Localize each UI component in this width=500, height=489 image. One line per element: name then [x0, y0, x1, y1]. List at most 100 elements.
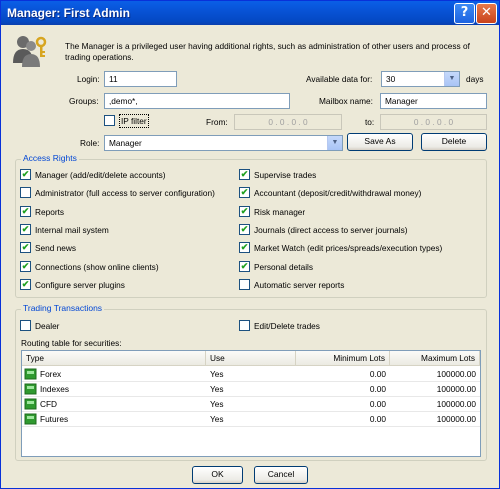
- cell-use: Yes: [210, 369, 224, 379]
- col-max-lots[interactable]: Maximum Lots: [390, 351, 480, 365]
- access-right-label: Risk manager: [254, 206, 306, 217]
- cell-min-lots: 0.00: [369, 414, 386, 424]
- access-right-label: Automatic server reports: [254, 279, 345, 290]
- table-header: Type Use Minimum Lots Maximum Lots: [22, 351, 480, 366]
- login-label: Login:: [77, 74, 100, 84]
- access-right-checkbox[interactable]: ✔ Risk manager: [239, 205, 469, 219]
- routing-table[interactable]: Type Use Minimum Lots Maximum Lots Forex…: [21, 350, 481, 457]
- mailbox-field[interactable]: Manager: [380, 93, 487, 109]
- checkmark-icon[interactable]: ✔: [239, 260, 250, 272]
- cell-use: Yes: [210, 414, 224, 424]
- cell-type: Futures: [40, 414, 69, 424]
- access-right-checkbox[interactable]: ✔ Supervise trades: [239, 168, 469, 182]
- table-row[interactable]: CFD Yes 0.00 100000.00: [22, 397, 480, 412]
- table-row[interactable]: Futures Yes 0.00 100000.00: [22, 412, 480, 427]
- access-right-checkbox[interactable]: ✔ Journals (direct access to server journ…: [239, 223, 469, 237]
- access-right-checkbox[interactable]: ✔ Configure server plugins: [20, 278, 250, 292]
- access-right-checkbox[interactable]: ✔ Personal details: [239, 260, 469, 274]
- groups-label: Groups:: [69, 96, 99, 106]
- access-right-label: Supervise trades: [254, 170, 317, 180]
- from-ip-field[interactable]: 0 . 0 . 0 . 0: [234, 114, 342, 130]
- checkmark-icon[interactable]: ✔: [20, 205, 31, 217]
- checkbox-box[interactable]: [20, 187, 31, 199]
- checkmark-icon[interactable]: ✔: [20, 260, 31, 272]
- cancel-button[interactable]: Cancel: [254, 466, 308, 484]
- access-right-checkbox[interactable]: ✔ Internal mail system: [20, 223, 250, 237]
- help-button[interactable]: ?: [454, 3, 475, 24]
- access-right-checkbox[interactable]: ✔ Accountant (deposit/credit/withdrawal m…: [239, 186, 469, 200]
- cell-max-lots: 100000.00: [436, 384, 476, 394]
- checkmark-icon[interactable]: ✔: [20, 223, 31, 235]
- cell-min-lots: 0.00: [369, 399, 386, 409]
- chevron-down-icon[interactable]: ▼: [444, 72, 459, 86]
- role-value: Manager: [109, 138, 142, 148]
- edit-delete-checkbox[interactable]: Edit/Delete trades: [239, 319, 389, 333]
- title-bar[interactable]: Manager: First Admin ? ✕: [1, 1, 499, 25]
- edit-delete-box[interactable]: [239, 320, 250, 331]
- access-right-label: Administrator (full access to server con…: [35, 188, 215, 199]
- dealer-checkbox[interactable]: Dealer: [20, 319, 140, 333]
- role-label: Role:: [80, 138, 100, 148]
- login-field[interactable]: 11: [104, 71, 177, 87]
- available-data-combo[interactable]: 30 ▼: [381, 71, 460, 87]
- checkmark-icon[interactable]: ✔: [20, 169, 31, 180]
- save-as-button[interactable]: Save As: [347, 133, 413, 151]
- cell-max-lots: 100000.00: [436, 369, 476, 379]
- access-right-checkbox[interactable]: Administrator (full access to server con…: [20, 186, 250, 200]
- chevron-down-icon[interactable]: ▼: [327, 136, 342, 150]
- access-right-label: Internal mail system: [35, 224, 109, 235]
- mailbox-label: Mailbox name:: [319, 96, 373, 106]
- ip-filter-checkbox[interactable]: IP filter: [104, 114, 184, 128]
- checkbox-box[interactable]: [239, 278, 250, 290]
- days-label: days: [466, 74, 484, 84]
- col-type[interactable]: Type: [22, 351, 206, 365]
- checkmark-icon[interactable]: ✔: [20, 242, 31, 254]
- cell-type: Indexes: [40, 384, 70, 394]
- access-right-label: Accountant (deposit/credit/withdrawal mo…: [254, 188, 422, 199]
- edit-delete-label: Edit/Delete trades: [254, 321, 320, 331]
- access-right-checkbox[interactable]: ✔ Connections (show online clients): [20, 260, 250, 274]
- checkmark-icon[interactable]: ✔: [20, 278, 31, 290]
- ip-filter-box[interactable]: [104, 115, 115, 126]
- access-right-label: Personal details: [254, 261, 314, 272]
- from-label: From:: [206, 117, 228, 127]
- role-combo[interactable]: Manager ▼: [104, 135, 343, 151]
- access-right-label: Reports: [35, 206, 65, 217]
- delete-button[interactable]: Delete: [421, 133, 487, 151]
- dealer-label: Dealer: [35, 321, 60, 331]
- close-button[interactable]: ✕: [476, 3, 497, 24]
- manager-dialog: Manager: First Admin ? ✕ The Manager is …: [0, 0, 500, 489]
- to-label: to:: [365, 117, 375, 127]
- table-row[interactable]: Forex Yes 0.00 100000.00: [22, 367, 480, 382]
- access-right-label: Journals (direct access to server journa…: [254, 224, 408, 235]
- access-right-checkbox[interactable]: ✔ Manager (add/edit/delete accounts): [20, 168, 250, 182]
- cell-use: Yes: [210, 399, 224, 409]
- cell-max-lots: 100000.00: [436, 414, 476, 424]
- to-ip-field[interactable]: 0 . 0 . 0 . 0: [380, 114, 487, 130]
- checkmark-icon[interactable]: ✔: [239, 187, 250, 199]
- dealer-box[interactable]: [20, 320, 31, 331]
- checkmark-icon[interactable]: ✔: [239, 169, 250, 180]
- access-right-label: Connections (show online clients): [35, 261, 159, 272]
- checkmark-icon[interactable]: ✔: [239, 205, 250, 217]
- window-title: Manager: First Admin: [7, 6, 130, 20]
- access-right-label: Send news: [35, 243, 77, 254]
- users-keys-icon: [13, 36, 47, 67]
- access-right-checkbox[interactable]: Automatic server reports: [239, 278, 469, 292]
- access-right-checkbox[interactable]: ✔ Market Watch (edit prices/spreads/execu…: [239, 241, 469, 255]
- cell-min-lots: 0.00: [369, 369, 386, 379]
- col-min-lots[interactable]: Minimum Lots: [296, 351, 390, 365]
- routing-label: Routing table for securities:: [21, 338, 122, 348]
- access-right-checkbox[interactable]: ✔ Send news: [20, 241, 250, 255]
- access-right-checkbox[interactable]: ✔ Reports: [20, 205, 250, 219]
- available-data-value: 30: [386, 74, 396, 84]
- available-data-label: Available data for:: [306, 74, 373, 84]
- access-right-label: Market Watch (edit prices/spreads/execut…: [254, 243, 443, 254]
- col-use[interactable]: Use: [206, 351, 296, 365]
- table-row[interactable]: Indexes Yes 0.00 100000.00: [22, 382, 480, 397]
- checkmark-icon[interactable]: ✔: [239, 223, 250, 235]
- ok-button[interactable]: OK: [192, 466, 243, 484]
- groups-field[interactable]: ,demo*,: [104, 93, 290, 109]
- checkmark-icon[interactable]: ✔: [239, 242, 250, 254]
- cell-min-lots: 0.00: [369, 384, 386, 394]
